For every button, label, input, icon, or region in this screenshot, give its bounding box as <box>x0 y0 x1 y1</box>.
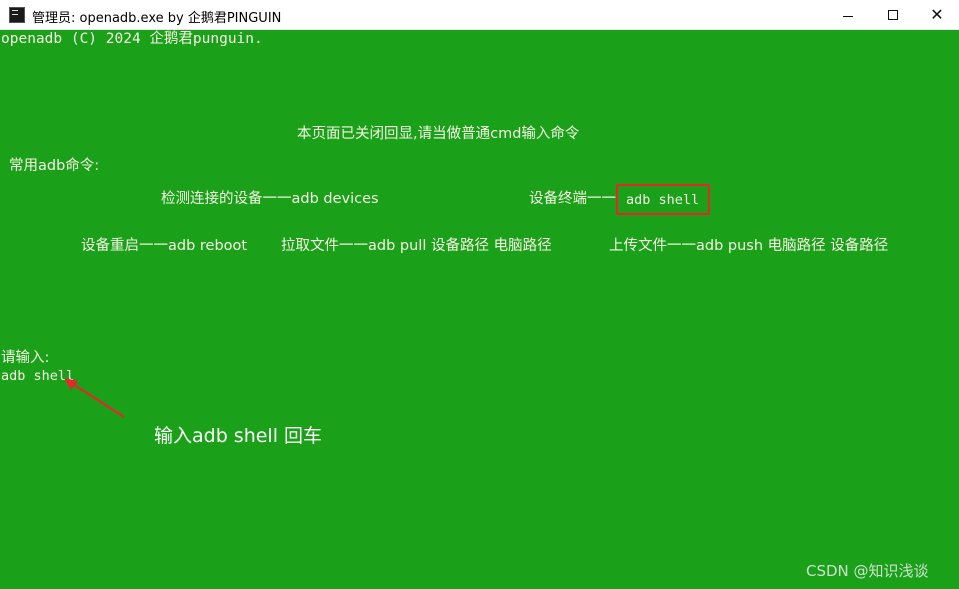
annotation-instruction: 输入adb shell 回车 <box>154 425 323 447</box>
input-prompt: 请输入: <box>1 350 50 366</box>
window-titlebar[interactable]: 管理员: openadb.exe by 企鹅君PINGUIN ✕ <box>0 0 959 30</box>
close-icon: ✕ <box>930 5 944 24</box>
minimize-icon <box>843 15 853 17</box>
annotation-arrow-icon <box>64 378 125 418</box>
csdn-watermark: CSDN @知识浅谈 <box>806 562 929 580</box>
close-button[interactable]: ✕ <box>914 0 959 30</box>
console-app-icon <box>9 7 25 23</box>
maximize-icon <box>888 10 898 20</box>
copyright-line: openadb (C) 2024 企鹅君punguin. <box>1 31 263 47</box>
minimize-button[interactable] <box>825 0 871 30</box>
window-title: 管理员: openadb.exe by 企鹅君PINGUIN <box>32 11 282 26</box>
adb-shell-highlight <box>616 184 710 215</box>
echo-notice: 本页面已关闭回显,请当做普通cmd输入命令 <box>297 126 580 142</box>
cmd-reboot: 设备重启一一adb reboot <box>81 238 248 254</box>
cmd-pull: 拉取文件一一adb pull 设备路径 电脑路径 <box>281 238 552 254</box>
maximize-button[interactable] <box>870 0 916 30</box>
cmd-detect-devices: 检测连接的设备一一adb devices <box>161 191 379 207</box>
cmd-push: 上传文件一一adb push 电脑路径 设备路径 <box>609 238 889 254</box>
common-commands-label: 常用adb命令: <box>9 158 100 174</box>
console-area[interactable]: openadb (C) 2024 企鹅君punguin. 本页面已关闭回显,请当… <box>0 30 959 589</box>
cmd-device-terminal-label: 设备终端一一 <box>529 191 616 207</box>
